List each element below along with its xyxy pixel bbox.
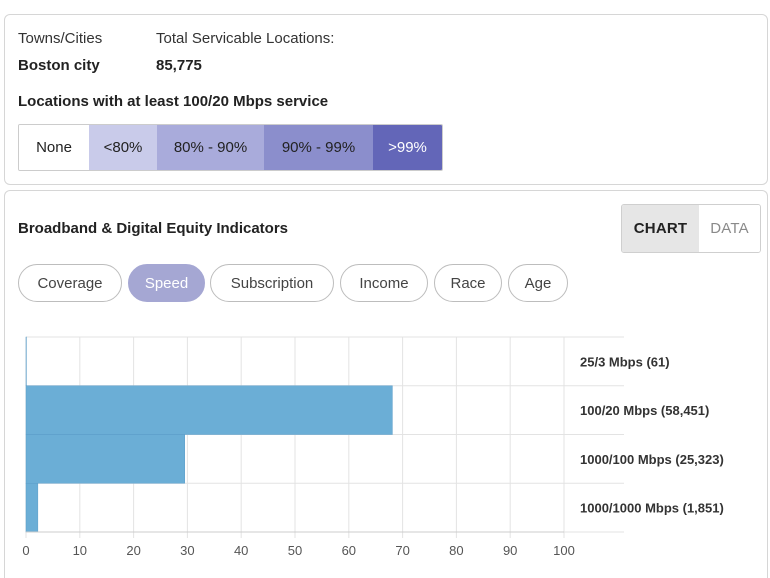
legend-title: Locations with at least 100/20 Mbps serv… (18, 93, 329, 110)
x-tick-label: 20 (126, 543, 140, 558)
x-tick-label: 80 (449, 543, 463, 558)
category-label: 1000/1000 Mbps (1,851) (580, 501, 724, 516)
x-tick-label: 50 (288, 543, 302, 558)
x-tick-label: 70 (395, 543, 409, 558)
legend-item-over-99: >99% (373, 125, 442, 170)
x-tick-label: 10 (73, 543, 87, 558)
legend-item-under-80: <80% (89, 125, 157, 170)
category-label: 25/3 Mbps (61) (580, 354, 670, 369)
locations-count: 85,775 (156, 57, 202, 74)
x-tick-label: 0 (22, 543, 29, 558)
x-tick-label: 30 (180, 543, 194, 558)
x-tick-label: 100 (553, 543, 575, 558)
bar (25, 385, 393, 435)
legend-item-80-90: 80% - 90% (157, 125, 264, 170)
x-tick-label: 60 (342, 543, 356, 558)
legend-item-none: None (19, 125, 89, 170)
place-name: Boston city (18, 57, 100, 74)
speed-bar-chart: 0 10 20 30 40 50 60 70 80 90 100 25/3 Mbps (61) 100/… (22, 336, 724, 558)
x-tick-label: 40 (234, 543, 248, 558)
legend-item-90-99: 90% - 99% (264, 125, 373, 170)
indicators-panel: Broadband & Digital Equity Indicators CH… (4, 190, 768, 578)
place-type-label: Towns/Cities (18, 30, 103, 47)
location-summary-card: Towns/Cities Boston city Total Servicabl… (4, 14, 768, 185)
coverage-legend: None <80% 80% - 90% 90% - 99% >99% (18, 124, 443, 171)
bar (25, 434, 185, 484)
locations-label: Total Servicable Locations: (156, 30, 335, 47)
x-tick-label: 90 (503, 543, 517, 558)
category-label: 100/20 Mbps (58,451) (580, 403, 709, 418)
bar (25, 483, 39, 533)
category-label: 1000/100 Mbps (25,323) (580, 452, 724, 467)
